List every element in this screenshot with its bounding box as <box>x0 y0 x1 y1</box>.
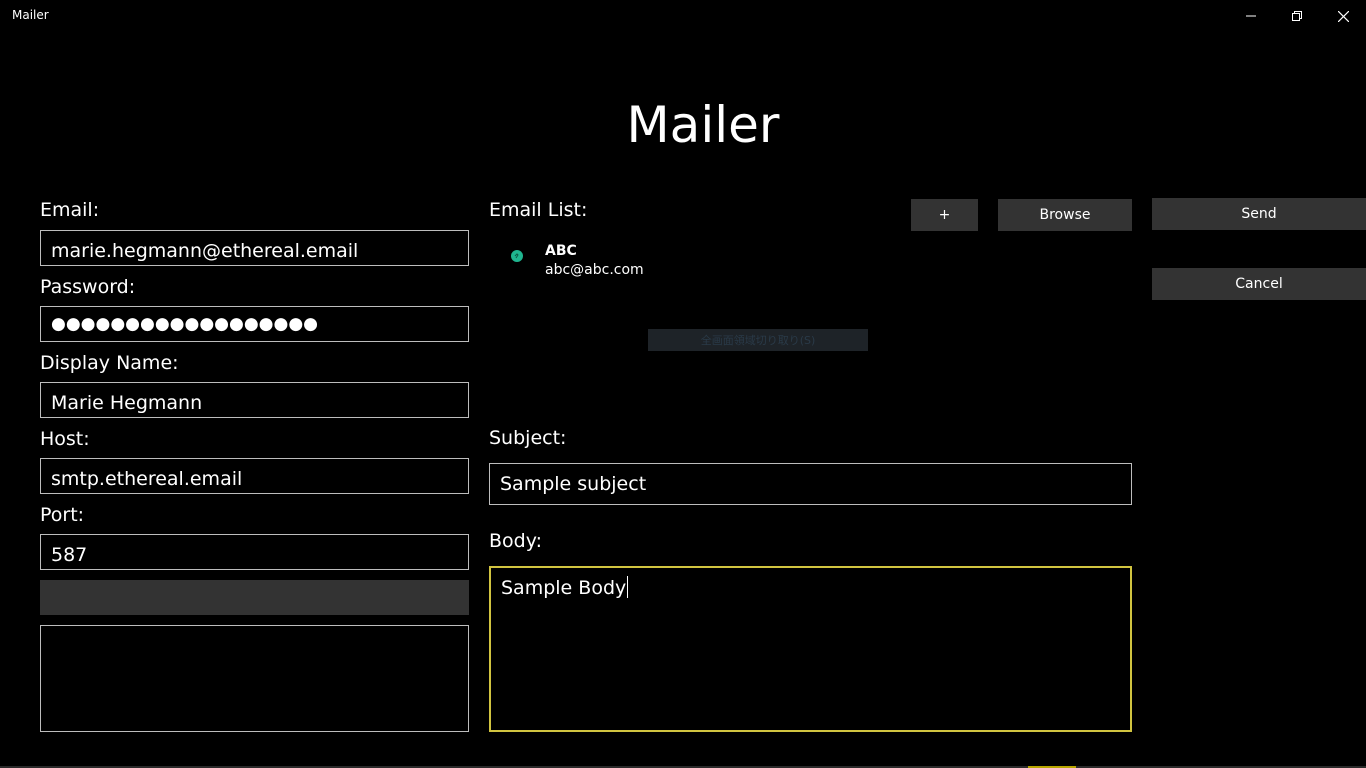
text-caret <box>627 576 629 598</box>
body-label: Body: <box>489 530 542 552</box>
browse-button[interactable]: Browse <box>998 199 1132 231</box>
email-list-label: Email List: <box>489 199 588 221</box>
email-field[interactable]: marie.hegmann@ethereal.email <box>40 230 469 266</box>
body-text: Sample Body <box>501 577 627 599</box>
restore-icon <box>1292 11 1302 21</box>
close-icon <box>1337 10 1349 22</box>
password-label: Password: <box>40 276 136 298</box>
send-button[interactable]: Send <box>1152 198 1366 230</box>
port-field[interactable]: 587 <box>40 534 469 570</box>
page-title: Mailer <box>626 96 780 154</box>
minimize-icon <box>1246 15 1256 17</box>
list-item-email[interactable]: abc@abc.com <box>545 262 644 278</box>
subject-label: Subject: <box>489 427 567 449</box>
empty-gray-field[interactable] <box>40 580 469 615</box>
title-bar: Mailer <box>0 0 1366 32</box>
body-field[interactable]: Sample Body <box>489 566 1132 732</box>
empty-text-area[interactable] <box>40 625 469 732</box>
list-item-name[interactable]: ABC <box>545 243 577 259</box>
window-title: Mailer <box>12 8 49 22</box>
email-label: Email: <box>40 199 100 221</box>
restore-button[interactable] <box>1274 0 1320 32</box>
host-field[interactable]: smtp.ethereal.email <box>40 458 469 494</box>
port-label: Port: <box>40 504 85 526</box>
cancel-button[interactable]: Cancel <box>1152 268 1366 300</box>
port-value: 587 <box>51 544 88 566</box>
subject-field[interactable]: Sample subject <box>489 463 1132 505</box>
snip-tooltip: 全画面領域切り取り(S) <box>648 329 868 351</box>
display-name-label: Display Name: <box>40 352 179 374</box>
minimize-button[interactable] <box>1228 0 1274 32</box>
display-name-field[interactable]: Marie Hegmann <box>40 382 469 418</box>
close-button[interactable] <box>1320 0 1366 32</box>
add-email-button[interactable]: + <box>911 199 978 231</box>
password-field[interactable]: ●●●●●●●●●●●●●●●●●● <box>40 306 469 342</box>
contact-status-icon <box>511 250 523 262</box>
host-label: Host: <box>40 428 90 450</box>
